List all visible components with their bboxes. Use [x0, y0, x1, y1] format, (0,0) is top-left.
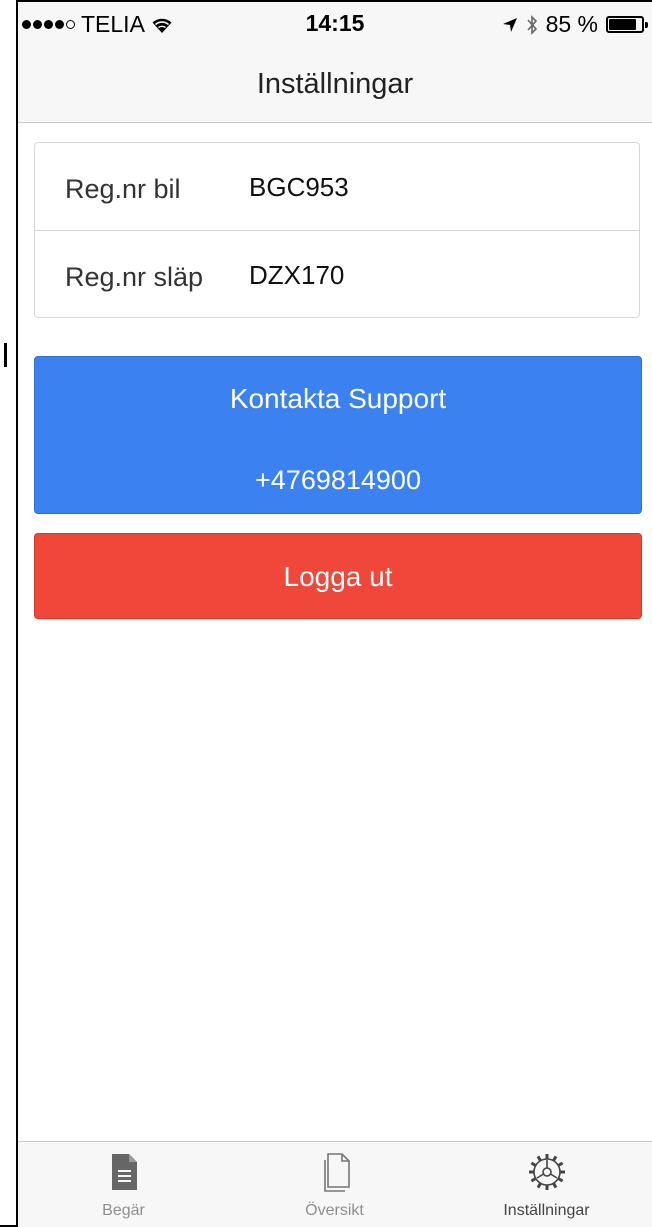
battery-percent: 85 %	[545, 11, 598, 37]
status-bar: TELIA 14:15 85 %	[18, 2, 652, 42]
battery-icon	[606, 16, 648, 33]
status-right: 85 %	[502, 11, 648, 38]
gear-tooth	[536, 1182, 542, 1189]
vehicle-settings-card: Reg.nr bil BGC953 Reg.nr släp DZX170	[34, 142, 640, 318]
tab-begar[interactable]: Begär	[18, 1142, 229, 1227]
tab-begar-label: Begär	[102, 1202, 145, 1219]
tab-bar: Begär Översikt Inställningar	[18, 1141, 652, 1227]
page-title: Inställningar	[256, 68, 414, 100]
tab-oversikt-label: Översikt	[305, 1202, 364, 1219]
reg-car-row[interactable]: Reg.nr bil BGC953	[35, 143, 639, 231]
gear-tooth	[530, 1177, 536, 1183]
tab-oversikt[interactable]: Översikt	[229, 1142, 440, 1227]
tab-installningar-label: Inställningar	[503, 1202, 590, 1219]
gear-tooth	[536, 1155, 542, 1162]
reg-trailer-label: Reg.nr släp	[65, 262, 204, 292]
app-screen: TELIA 14:15 85 % Inställningar Reg.nr bi…	[18, 2, 652, 1227]
gear-tooth	[551, 1182, 557, 1189]
logout-button[interactable]: Logga ut	[34, 533, 642, 619]
reg-car-value: BGC953	[249, 172, 349, 202]
location-arrow-icon	[502, 17, 517, 32]
bluetooth-icon	[526, 14, 537, 35]
battery-level	[609, 19, 637, 30]
gear-tooth	[551, 1155, 557, 1162]
gear-tooth	[557, 1161, 563, 1167]
contact-support-button[interactable]: Kontakta Support +4769814900	[34, 356, 642, 514]
reg-trailer-value: DZX170	[249, 260, 345, 290]
reg-trailer-row[interactable]: Reg.nr släp DZX170	[35, 231, 639, 318]
gear-tooth	[557, 1177, 563, 1183]
copy-documents-icon	[323, 1153, 350, 1192]
frame-edge-mark	[4, 343, 7, 367]
support-title: Kontakta Support	[229, 383, 447, 414]
support-phone-number: +4769814900	[255, 465, 421, 495]
tab-installningar[interactable]: Inställningar	[441, 1142, 652, 1227]
document-icon	[111, 1154, 137, 1190]
gear-tooth	[530, 1161, 536, 1167]
navigation-bar: Inställningar	[18, 42, 652, 123]
logout-label: Logga ut	[283, 561, 393, 592]
reg-car-label: Reg.nr bil	[65, 174, 181, 204]
gear-icon	[528, 1154, 565, 1190]
